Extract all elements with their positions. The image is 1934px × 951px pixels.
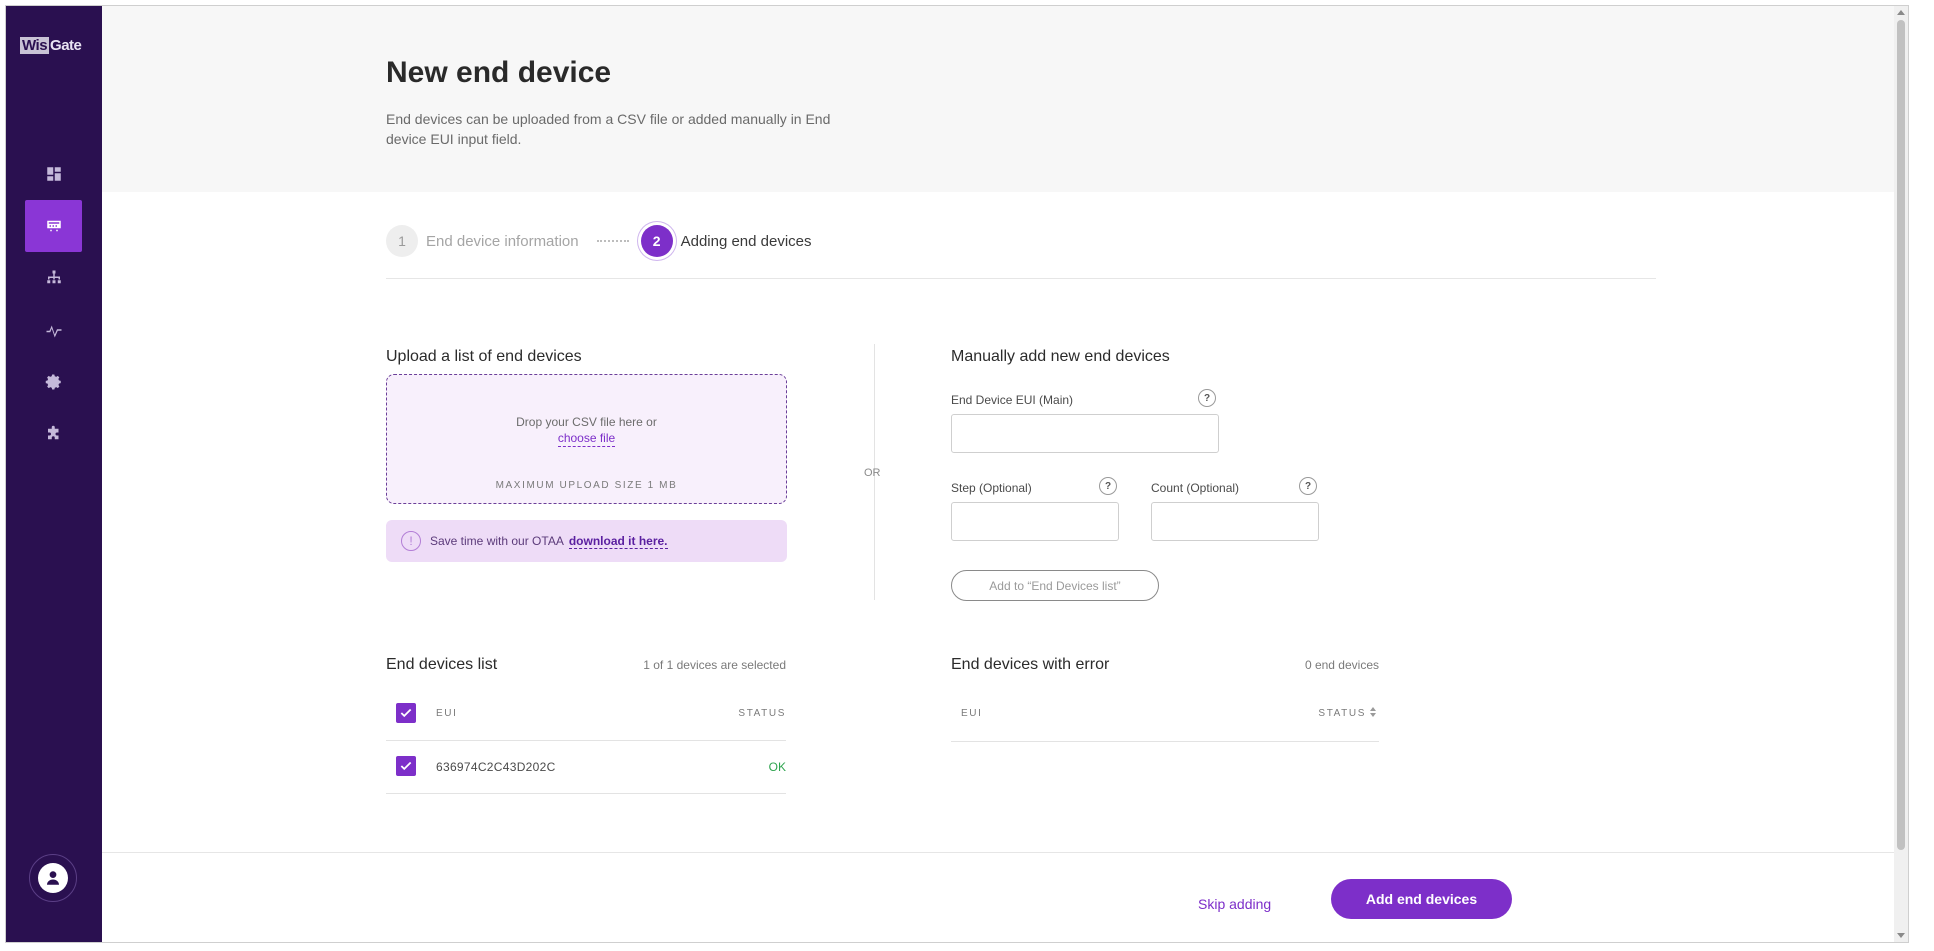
error-list-title: End devices with error	[951, 656, 1110, 673]
otaa-download-link[interactable]: download it here.	[568, 534, 668, 549]
step-label: Step (Optional)	[951, 481, 1032, 495]
skip-adding-button[interactable]: Skip adding	[1198, 896, 1271, 912]
app-window: WisGate New end device End devices can	[5, 5, 1909, 943]
max-upload-size: MAXIMUM UPLOAD SIZE 1 MB	[495, 480, 678, 491]
page-title: New end device	[386, 56, 612, 89]
otaa-text: Save time with our OTAA	[430, 534, 564, 548]
count-label: Count (Optional)	[1151, 481, 1240, 495]
sidebar: Wis Gate	[6, 6, 102, 942]
end-devices-icon	[46, 220, 61, 232]
logo-text: Gate	[50, 36, 82, 54]
csv-dropzone[interactable]: Drop your CSV file here or choose file M…	[386, 374, 787, 504]
logo[interactable]: Wis Gate	[20, 36, 82, 54]
sidebar-item-end-devices[interactable]	[25, 200, 82, 252]
eui-help-icon[interactable]: ?	[1198, 389, 1216, 407]
row-checkbox[interactable]	[396, 756, 416, 776]
add-to-list-button[interactable]: Add to “End Devices list”	[951, 570, 1159, 601]
main-content: New end device End devices can be upload…	[102, 6, 1894, 942]
otaa-banner: ! Save time with our OTAA download it he…	[386, 520, 787, 562]
check-icon	[400, 708, 412, 718]
count-input[interactable]	[1151, 502, 1319, 541]
stepper: 1 End device information 2 Adding end de…	[386, 224, 812, 258]
user-avatar-button[interactable]	[29, 854, 77, 902]
settings-icon	[45, 374, 61, 390]
footer-divider	[102, 852, 1894, 853]
page-header	[102, 6, 1894, 192]
scroll-down-icon[interactable]	[1897, 933, 1905, 938]
upload-section-title: Upload a list of end devices	[386, 348, 582, 365]
row-status: OK	[768, 760, 786, 774]
devices-list-title: End devices list	[386, 656, 498, 673]
sidebar-item-network[interactable]	[25, 252, 82, 304]
error-col-eui: EUI	[961, 708, 983, 719]
info-icon: !	[401, 531, 421, 551]
count-help-icon[interactable]: ?	[1299, 477, 1317, 495]
dashboard-icon	[46, 167, 61, 181]
extensions-icon	[47, 425, 58, 440]
manual-section-title: Manually add new end devices	[951, 348, 1170, 365]
sort-icon[interactable]	[1369, 707, 1377, 719]
scrollbar[interactable]	[1894, 6, 1908, 942]
step-2-number[interactable]: 2	[640, 225, 673, 257]
row-eui: 636974C2C43D202C	[436, 760, 556, 774]
scroll-up-icon[interactable]	[1897, 10, 1905, 15]
scrollbar-thumb[interactable]	[1897, 20, 1905, 850]
step-2-label[interactable]: Adding end devices	[681, 233, 812, 250]
error-count: 0 end devices	[1304, 658, 1379, 672]
dropzone-text: Drop your CSV file here or	[516, 415, 657, 429]
sidebar-item-extensions[interactable]	[25, 408, 82, 460]
eui-label: End Device EUI (Main)	[951, 393, 1074, 407]
divider	[386, 278, 1656, 279]
step-1-label[interactable]: End device information	[426, 233, 579, 250]
error-col-status[interactable]: STATUS	[1282, 708, 1366, 719]
eui-input[interactable]	[951, 414, 1219, 453]
select-all-checkbox[interactable]	[396, 703, 416, 723]
sidebar-item-settings[interactable]	[25, 356, 82, 408]
check-icon	[400, 761, 412, 771]
choose-file-link[interactable]: choose file	[557, 430, 616, 447]
devices-col-status: STATUS	[738, 708, 786, 719]
selected-count: 1 of 1 devices are selected	[643, 658, 786, 672]
add-end-devices-button[interactable]: Add end devices	[1331, 879, 1512, 919]
or-separator: OR	[864, 467, 881, 479]
logo-box: Wis	[20, 36, 50, 54]
devices-col-eui: EUI	[436, 708, 458, 719]
activity-icon	[46, 325, 61, 338]
step-help-icon[interactable]: ?	[1099, 477, 1117, 495]
sidebar-item-activity[interactable]	[25, 304, 82, 356]
network-icon	[46, 270, 61, 284]
page-description: End devices can be uploaded from a CSV f…	[386, 111, 831, 147]
user-icon	[47, 871, 59, 885]
sidebar-item-dashboard[interactable]	[25, 148, 82, 200]
step-input[interactable]	[951, 502, 1119, 541]
step-connector	[596, 240, 629, 242]
step-1-number[interactable]: 1	[386, 225, 418, 257]
